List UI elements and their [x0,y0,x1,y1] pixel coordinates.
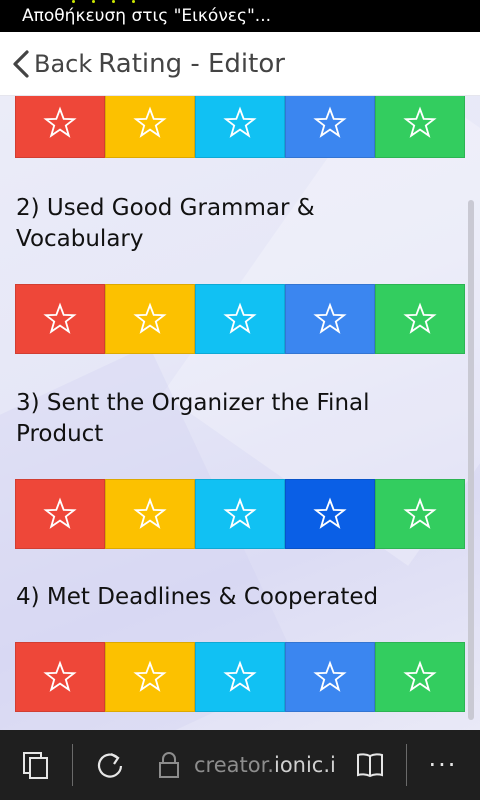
rating-row-3 [15,479,465,549]
star-outline-icon [313,106,347,138]
star-button-5[interactable] [375,284,465,354]
reading-view-button[interactable] [350,730,390,800]
star-button-2[interactable] [105,284,195,354]
rating-row-2 [15,284,465,354]
star-button-2[interactable] [105,642,195,712]
star-button-1[interactable] [15,642,105,712]
star-outline-icon [223,302,257,334]
star-outline-icon [403,660,437,692]
tabs-button[interactable] [14,730,58,800]
question-label-3: 3) Sent the Organizer the Final Product [16,390,370,447]
star-button-3[interactable] [195,96,285,158]
more-button[interactable]: ··· [420,730,466,800]
scrollbar[interactable] [468,200,474,720]
star-outline-icon [133,660,167,692]
star-outline-icon [313,497,347,529]
question-label-4: 4) Met Deadlines & Cooperated [16,584,379,610]
content-area[interactable]: 2) Used Good Grammar & Vocabulary 3) Sen… [0,96,480,730]
star-outline-icon [43,106,77,138]
separator [406,744,407,786]
question-label-2: 2) Used Good Grammar & Vocabulary [16,195,315,252]
star-outline-icon [133,106,167,138]
rating-row-1 [15,96,465,158]
star-outline-icon [403,106,437,138]
star-outline-icon [223,497,257,529]
star-outline-icon [403,302,437,334]
star-button-2[interactable] [105,96,195,158]
back-button[interactable]: Back [0,32,92,96]
status-bar: Αποθήκευση στις "Εικόνες"... [0,0,480,32]
url-prefix: creator. [194,753,274,777]
page-title: Rating - Editor [98,48,285,79]
star-button-3[interactable] [195,642,285,712]
url-domain: ionic.ic [273,753,336,777]
star-outline-icon [43,302,77,334]
more-icon: ··· [428,751,458,779]
browser-bottom-bar: creator.ionic.ic ··· [0,730,480,800]
star-button-4[interactable] [285,96,375,158]
star-button-1[interactable] [15,96,105,158]
star-button-2[interactable] [105,479,195,549]
star-button-1[interactable] [15,284,105,354]
star-outline-icon [43,660,77,692]
star-button-5[interactable] [375,642,465,712]
star-button-5[interactable] [375,479,465,549]
star-outline-icon [133,497,167,529]
star-button-3[interactable] [195,479,285,549]
address-bar[interactable]: creator.ionic.ic [194,730,336,800]
star-button-1[interactable] [15,479,105,549]
separator [72,744,73,786]
star-button-4[interactable] [285,642,375,712]
reading-view-icon [357,753,383,778]
star-outline-icon [403,497,437,529]
star-outline-icon [133,302,167,334]
star-button-5[interactable] [375,96,465,158]
star-button-4[interactable] [285,479,375,549]
star-outline-icon [313,660,347,692]
lock-indicator [154,730,184,800]
lock-icon [159,752,179,778]
star-outline-icon [223,106,257,138]
app-header: Back Rating - Editor [0,32,480,96]
status-text: Αποθήκευση στις "Εικόνες"... [22,6,272,26]
star-button-4[interactable] [285,284,375,354]
chevron-left-icon [13,49,29,78]
refresh-button[interactable] [88,730,132,800]
star-outline-icon [223,660,257,692]
rating-row-4 [15,642,465,712]
star-button-3[interactable] [195,284,285,354]
refresh-icon [97,753,123,778]
star-outline-icon [43,497,77,529]
star-outline-icon [313,302,347,334]
back-label: Back [34,49,93,78]
tabs-icon [23,752,48,779]
